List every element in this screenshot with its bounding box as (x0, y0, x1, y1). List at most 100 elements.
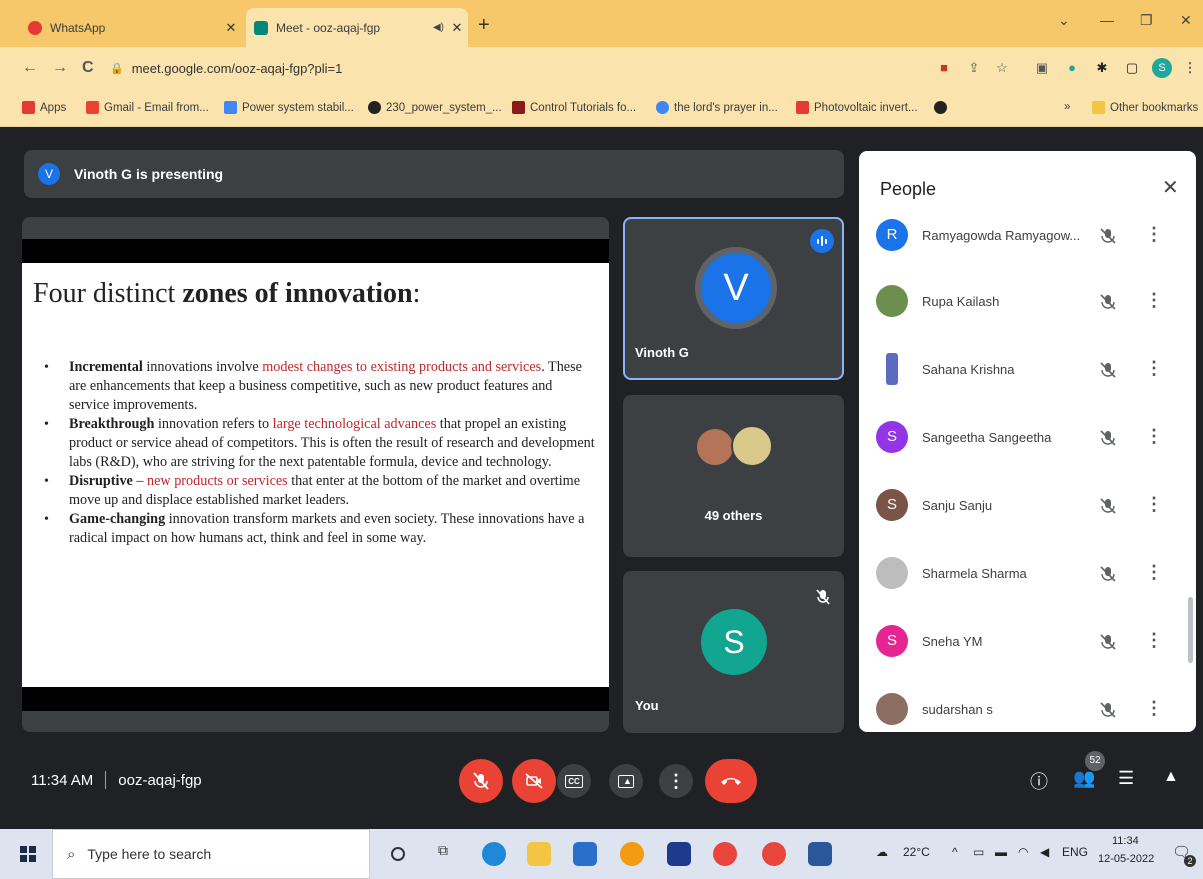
participant-row[interactable]: S Sneha YM ⋮ (859, 607, 1196, 675)
chrome-icon[interactable] (620, 842, 644, 866)
puzzle-icon[interactable]: ✱ (1094, 60, 1110, 76)
presenter-avatar: V (38, 163, 60, 185)
minimize-button[interactable]: — (1100, 12, 1114, 28)
camera-off-icon (525, 773, 543, 789)
weather-icon[interactable]: ☁ (876, 845, 888, 859)
tab-meet[interactable]: Meet - ooz-aqaj-fgp ◀) ✕ (246, 8, 468, 47)
presenting-text: Vinoth G is presenting (74, 166, 224, 182)
close-window-button[interactable]: ✕ (1180, 12, 1192, 29)
people-icon[interactable]: 👥 (1073, 768, 1095, 789)
more-options-icon[interactable]: ⋮ (1145, 494, 1163, 515)
close-panel-icon[interactable]: ✕ (1162, 175, 1179, 200)
meet-now-icon[interactable]: ▭ (973, 845, 984, 859)
windows-start-icon[interactable] (20, 846, 36, 862)
bookmark-photovoltaic[interactable]: Photovoltaic invert... (796, 101, 918, 114)
others-tile[interactable]: 49 others (623, 395, 844, 557)
extension-icon[interactable]: ● (1064, 60, 1080, 76)
leave-call-button[interactable] (705, 759, 757, 803)
chrome-profile-icon[interactable] (713, 842, 737, 866)
profile-avatar[interactable]: S (1152, 58, 1172, 78)
bookmark-github[interactable] (934, 101, 952, 114)
volume-icon[interactable]: ◀ (1040, 845, 1049, 859)
edge-icon[interactable] (482, 842, 506, 866)
activities-icon[interactable]: ▲ (1163, 768, 1179, 786)
temperature[interactable]: 22°C (903, 845, 930, 859)
participant-row[interactable]: S Sangeetha Sangeetha ⋮ (859, 403, 1196, 471)
show-hidden-icons[interactable]: ^ (952, 845, 958, 859)
participant-row[interactable]: Sahana Krishna ⋮ (859, 335, 1196, 403)
bookmark-control-tutorials[interactable]: Control Tutorials fo... (512, 101, 636, 114)
participant-row[interactable]: sudarshan s ⋮ (859, 675, 1196, 732)
participant-tile-vinoth[interactable]: V Vinoth G (623, 217, 844, 380)
mic-toggle-button[interactable] (459, 759, 503, 803)
people-panel: People ✕ R Ramyagowda Ramyagow... ⋮ Rupa… (859, 151, 1196, 732)
close-tab-icon[interactable]: ✕ (446, 20, 468, 36)
language-indicator[interactable]: ENG (1062, 845, 1088, 859)
lock-icon: 🔒 (110, 63, 124, 75)
bookmark-230-power[interactable]: 230_power_system_... (368, 101, 502, 114)
panel-title: People (880, 179, 937, 199)
bookmark-power-system[interactable]: Power system stabil... (224, 101, 354, 114)
more-options-icon[interactable]: ⋮ (1145, 290, 1163, 311)
audio-playing-icon[interactable]: ◀) (433, 22, 444, 33)
bookmark-gmail[interactable]: Gmail - Email from... (86, 101, 209, 114)
app-icon[interactable] (667, 842, 691, 866)
github-icon (368, 101, 381, 114)
camera-toggle-button[interactable] (512, 759, 556, 803)
scrollbar[interactable] (1188, 597, 1193, 663)
self-name: You (635, 698, 659, 713)
bookmark-label: Gmail - Email from... (104, 101, 209, 114)
cortana-icon[interactable] (391, 847, 405, 861)
slide-letterbox (22, 687, 609, 711)
participant-row[interactable]: Sharmela Sharma ⋮ (859, 539, 1196, 607)
camera-blocked-icon[interactable]: ■ (936, 60, 952, 76)
more-options-icon[interactable]: ⋮ (1145, 358, 1163, 379)
clock-time[interactable]: 11:34 (1112, 835, 1139, 847)
wifi-icon[interactable]: ◠ (1018, 845, 1028, 859)
bookmark-lords-prayer[interactable]: the lord's prayer in... (656, 101, 778, 114)
present-button[interactable]: ▲ (609, 764, 643, 798)
clock-date[interactable]: 12-05-2022 (1098, 853, 1154, 865)
more-options-icon[interactable]: ⋮ (1145, 698, 1163, 719)
more-options-icon[interactable]: ⋮ (1145, 562, 1163, 583)
taskbar-search-box[interactable]: ⌕ Type here to search (52, 829, 370, 879)
other-bookmarks[interactable]: Other bookmarks (1092, 101, 1198, 114)
reload-icon[interactable]: C (82, 59, 94, 77)
mic-off-icon (1100, 634, 1116, 650)
url-field[interactable]: 🔒 meet.google.com/ooz-aqaj-fgp?pli=1 (110, 55, 1010, 82)
forward-icon[interactable]: → (52, 59, 68, 77)
more-options-button[interactable]: ⋮ (659, 764, 693, 798)
restore-button[interactable]: ❐ (1140, 12, 1153, 29)
back-icon[interactable]: ← (22, 59, 38, 77)
more-options-icon[interactable]: ⋮ (1145, 426, 1163, 447)
extension-icon[interactable]: ▣ (1034, 60, 1050, 76)
meeting-details-icon[interactable]: ⓘ (1030, 768, 1048, 794)
participant-row[interactable]: S Sanju Sanju ⋮ (859, 471, 1196, 539)
captions-button[interactable]: CC (557, 764, 591, 798)
battery-icon[interactable]: ▬ (995, 845, 1007, 859)
more-options-icon[interactable]: ⋮ (1145, 630, 1163, 651)
slide-title: Four distinct zones of innovation: (33, 278, 421, 309)
speaking-indicator-icon (810, 229, 834, 253)
more-options-icon[interactable]: ⋮ (1145, 224, 1163, 245)
participant-row[interactable]: Rupa Kailash ⋮ (859, 267, 1196, 335)
mail-icon[interactable] (573, 842, 597, 866)
chrome-profile-icon[interactable] (762, 842, 786, 866)
sidebar-icon[interactable]: ▢ (1124, 60, 1140, 76)
word-icon[interactable] (808, 842, 832, 866)
bookmark-star-icon[interactable]: ☆ (994, 60, 1010, 76)
participant-row[interactable]: R Ramyagowda Ramyagow... ⋮ (859, 201, 1196, 269)
task-view-icon[interactable]: ⧉ (438, 842, 462, 866)
file-explorer-icon[interactable] (527, 842, 551, 866)
tab-whatsapp[interactable]: WhatsApp ✕ (20, 8, 242, 47)
bookmark-apps[interactable]: Apps (22, 101, 66, 114)
tab-search-icon[interactable]: ⌄ (1058, 12, 1070, 29)
bookmark-label: Other bookmarks (1110, 101, 1199, 114)
self-tile[interactable]: S You (623, 571, 844, 733)
more-bookmarks-button[interactable]: » (1064, 101, 1070, 113)
close-tab-icon[interactable]: ✕ (220, 20, 242, 36)
chat-icon[interactable]: ☰ (1118, 768, 1134, 789)
new-tab-button[interactable]: + (478, 14, 490, 37)
menu-icon[interactable]: ⋮ (1182, 60, 1198, 76)
share-icon[interactable]: ⇪ (966, 60, 982, 76)
